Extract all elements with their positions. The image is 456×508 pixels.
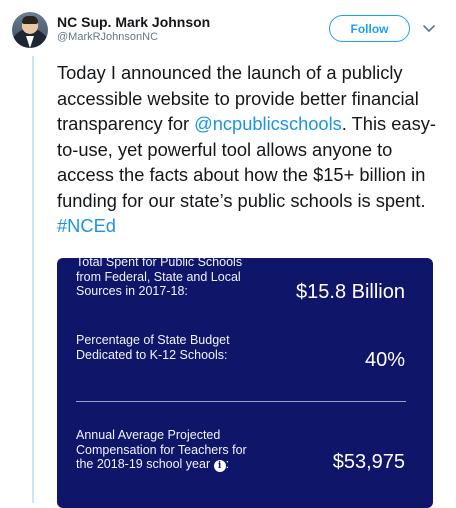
- card-row-label-compensation: Annual Average Projected Compensation fo…: [76, 428, 254, 472]
- card-row-value-total-spent: $15.8 Billion: [296, 281, 405, 303]
- follow-button[interactable]: Follow: [329, 15, 410, 42]
- avatar-shirt: [26, 36, 34, 48]
- info-icon: i: [213, 460, 226, 472]
- card-row-label-percentage: Percentage of State Budget Dedicated to …: [76, 333, 230, 362]
- card-divider: [76, 401, 406, 402]
- chevron-down-icon[interactable]: [422, 21, 436, 35]
- mention-link[interactable]: @ncpublicschools: [194, 113, 342, 134]
- author-handle[interactable]: @MarkRJohnsonNC: [57, 31, 158, 43]
- author-name[interactable]: NC Sup. Mark Johnson: [57, 14, 210, 30]
- card-row-value-percentage: 40%: [364, 349, 405, 371]
- card-row-label-compensation-colon: :: [225, 457, 230, 471]
- thread-line: [32, 56, 34, 503]
- avatar[interactable]: [12, 12, 48, 48]
- card-row-value-compensation: $53,975: [332, 451, 405, 473]
- avatar-hair: [22, 16, 38, 24]
- media-card[interactable]: Total Spent for Public Schools from Fede…: [57, 258, 433, 508]
- tweet-text: Today I announced the launch of a public…: [57, 60, 442, 239]
- hashtag-link[interactable]: #NCEd: [57, 215, 116, 236]
- card-row-label-total-spent: Total Spent for Public Schools from Fede…: [76, 258, 243, 298]
